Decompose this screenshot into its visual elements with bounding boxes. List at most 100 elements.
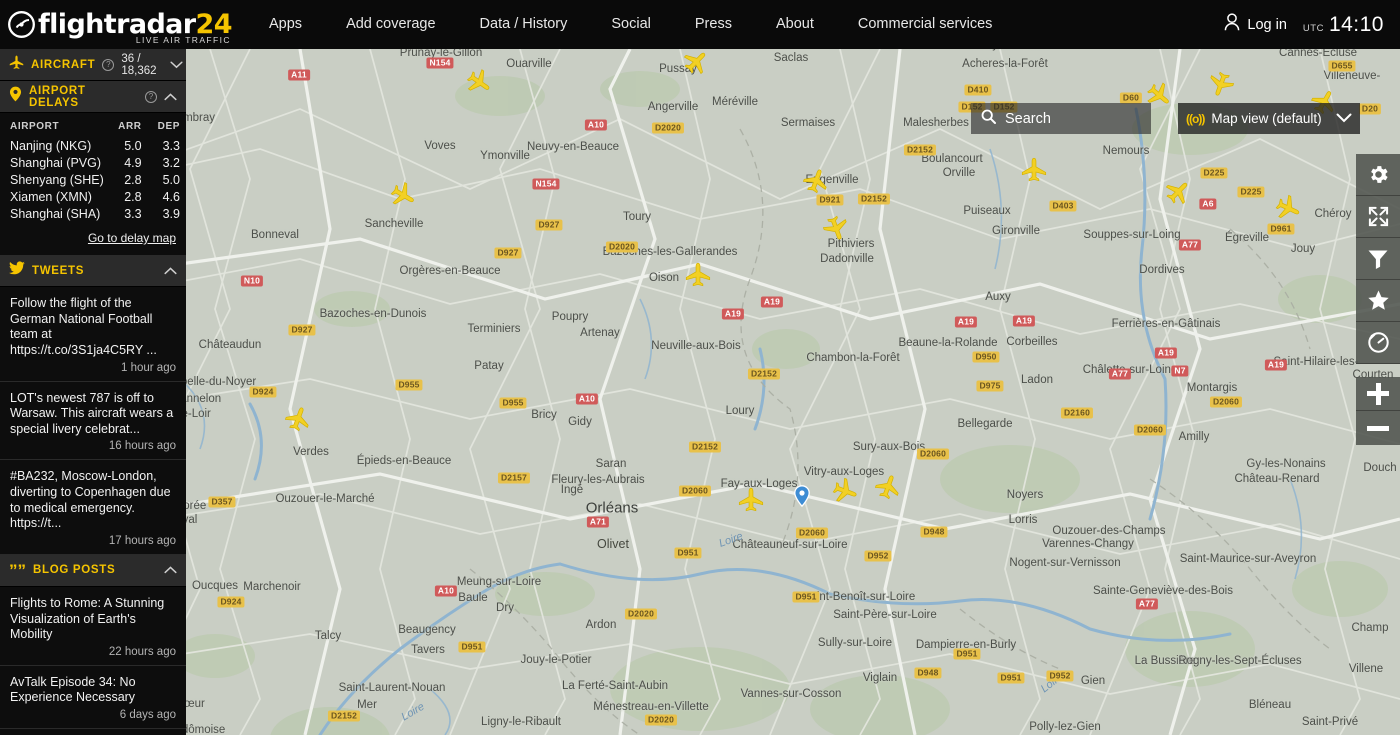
cell-airport: Shenyang (SHE) (10, 172, 104, 187)
road-shield: D927 (494, 247, 522, 259)
nav-press[interactable]: Press (673, 0, 754, 49)
list-item[interactable]: Flights to Rome: A Stunning Visualizatio… (0, 587, 186, 666)
chevron-up-icon[interactable] (164, 92, 177, 101)
favorites-star-icon[interactable] (1356, 280, 1400, 322)
zoom-in-button[interactable] (1356, 377, 1400, 411)
cell-airport: Shanghai (SHA) (10, 206, 101, 221)
road-shield: N10 (240, 275, 264, 287)
antenna-icon: ((o)) (1186, 111, 1205, 126)
brand-logo[interactable]: flightradar24 LIVE AIR TRAFFIC (0, 0, 232, 49)
nav-commercial-services[interactable]: Commercial services (836, 0, 1015, 49)
chevron-down-icon[interactable] (169, 60, 183, 69)
road-shield: D950 (972, 351, 1000, 363)
road-shield: D924 (217, 596, 245, 608)
list-item[interactable]: #BA232, Moscow-London, diverting to Cope… (0, 460, 186, 555)
filter-funnel-icon[interactable] (1356, 238, 1400, 280)
panel-airport-delays-header[interactable]: AIRPORT DELAYS ? (0, 81, 186, 113)
map-basemap (0, 49, 1400, 735)
road-shield: A19 (760, 296, 784, 308)
aircraft-marker[interactable] (1021, 157, 1047, 183)
map-canvas[interactable]: Prunay-le-GillonOuarvillePussaySaclasNoi… (0, 49, 1400, 735)
road-shield: D2060 (1133, 424, 1167, 436)
road-shield: D955 (499, 397, 527, 409)
settings-gear-icon[interactable] (1356, 154, 1400, 196)
chevron-up-icon[interactable] (164, 566, 177, 574)
list-item[interactable]: AvTalk Episode 34: No Experience Necessa… (0, 666, 186, 729)
list-item-time: 22 hours ago (108, 645, 176, 658)
road-shield: D924 (249, 386, 277, 398)
playback-history-icon[interactable] (1356, 322, 1400, 364)
list-item-text: Flights to Rome: A Stunning Visualizatio… (10, 595, 165, 642)
table-row[interactable]: Shanghai (SHA) 3.3 3.9 (0, 205, 186, 222)
road-shield: D951 (953, 648, 981, 660)
road-shield: N154 (426, 57, 454, 69)
search-icon (981, 109, 996, 129)
cell-arr: 5.0 (124, 138, 142, 153)
road-shield: D951 (674, 547, 702, 559)
list-item[interactable]: LOT's newest 787 is off to Warsaw. This … (0, 382, 186, 461)
cell-dep: 3.9 (162, 206, 180, 221)
cell-arr: 2.8 (124, 172, 142, 187)
road-shield: D2157 (497, 472, 531, 484)
table-row[interactable]: Shenyang (SHE) 2.8 5.0 (0, 171, 186, 188)
road-shield: A77 (1135, 598, 1159, 610)
utc-label: UTC (1302, 22, 1324, 34)
nav-social[interactable]: Social (589, 0, 673, 49)
user-icon (1224, 13, 1240, 36)
chevron-up-icon[interactable] (164, 266, 177, 275)
list-item[interactable]: Follow the flight of the German National… (0, 287, 186, 382)
road-shield: D2020 (624, 608, 658, 620)
search-placeholder: Search (1005, 110, 1051, 127)
road-shield: D952 (864, 550, 892, 562)
go-to-delay-map-link[interactable]: Go to delay map (88, 231, 176, 245)
nav-add-coverage[interactable]: Add coverage (324, 0, 457, 49)
nav-data-history[interactable]: Data / History (458, 0, 590, 49)
road-shield: D2152 (327, 710, 361, 722)
map-view-selector[interactable]: ((o)) Map view (default) (1178, 103, 1360, 134)
aircraft-marker[interactable] (738, 487, 764, 513)
fullscreen-expand-icon[interactable] (1356, 196, 1400, 238)
twitter-bird-icon (9, 261, 25, 280)
road-shield: A6 (1199, 198, 1217, 210)
panel-aircraft-header[interactable]: AIRCRAFT ? 36 / 18,362 (0, 49, 186, 81)
aircraft-help-icon[interactable]: ? (102, 58, 115, 71)
airport-delays-help-icon[interactable]: ? (145, 90, 157, 103)
list-item-text: LOT's newest 787 is off to Warsaw. This … (10, 390, 174, 436)
road-shield: D951 (997, 672, 1025, 684)
road-shield: D927 (535, 219, 563, 231)
road-shield: D955 (395, 379, 423, 391)
road-shield: D2020 (605, 241, 639, 253)
map-tools-rail (1356, 154, 1400, 364)
road-shield: D927 (288, 324, 316, 336)
cell-dep: 5.0 (162, 172, 180, 187)
road-shield: D951 (458, 641, 486, 653)
location-pin-icon[interactable] (794, 485, 810, 508)
nav-about[interactable]: About (754, 0, 836, 49)
road-shield: D951 (792, 591, 820, 603)
list-item-text: Follow the flight of the German National… (10, 296, 157, 357)
table-row[interactable]: Xiamen (XMN) 2.8 4.6 (0, 188, 186, 205)
table-row[interactable]: Nanjing (NKG) 5.0 3.3 (0, 137, 186, 154)
table-row[interactable]: Shanghai (PVG) 4.9 3.2 (0, 154, 186, 171)
nav-apps[interactable]: Apps (247, 0, 324, 49)
cell-airport: Shanghai (PVG) (10, 155, 102, 170)
panel-tweets-header[interactable]: TWEETS (0, 255, 186, 287)
list-item[interactable]: Airbus A330neo Begins Five Continent Rou… (0, 729, 186, 735)
road-shield: D2152 (857, 193, 891, 205)
road-shield: D225 (1200, 167, 1228, 179)
aircraft-marker[interactable] (685, 262, 711, 288)
panel-blog-posts-header[interactable]: ”” BLOG POSTS (0, 554, 186, 587)
zoom-out-button[interactable] (1356, 411, 1400, 445)
top-bar: flightradar24 LIVE AIR TRAFFIC Apps Add … (0, 0, 1400, 49)
road-shield: A19 (1264, 359, 1288, 371)
search-input[interactable]: Search (971, 103, 1151, 134)
road-shield: D2160 (1060, 407, 1094, 419)
road-shield: D410 (964, 84, 992, 96)
login-button[interactable]: Log in (1224, 13, 1287, 36)
top-bar-right: Log in UTC 14:10 (1224, 13, 1400, 37)
utc-clock: UTC 14:10 (1303, 13, 1384, 37)
table-header-row: AIRPORT ARR DEP (0, 117, 186, 137)
cell-arr: 2.8 (124, 189, 142, 204)
road-shield: D2152 (688, 441, 722, 453)
panel-blog-posts-title: BLOG POSTS (33, 564, 116, 577)
